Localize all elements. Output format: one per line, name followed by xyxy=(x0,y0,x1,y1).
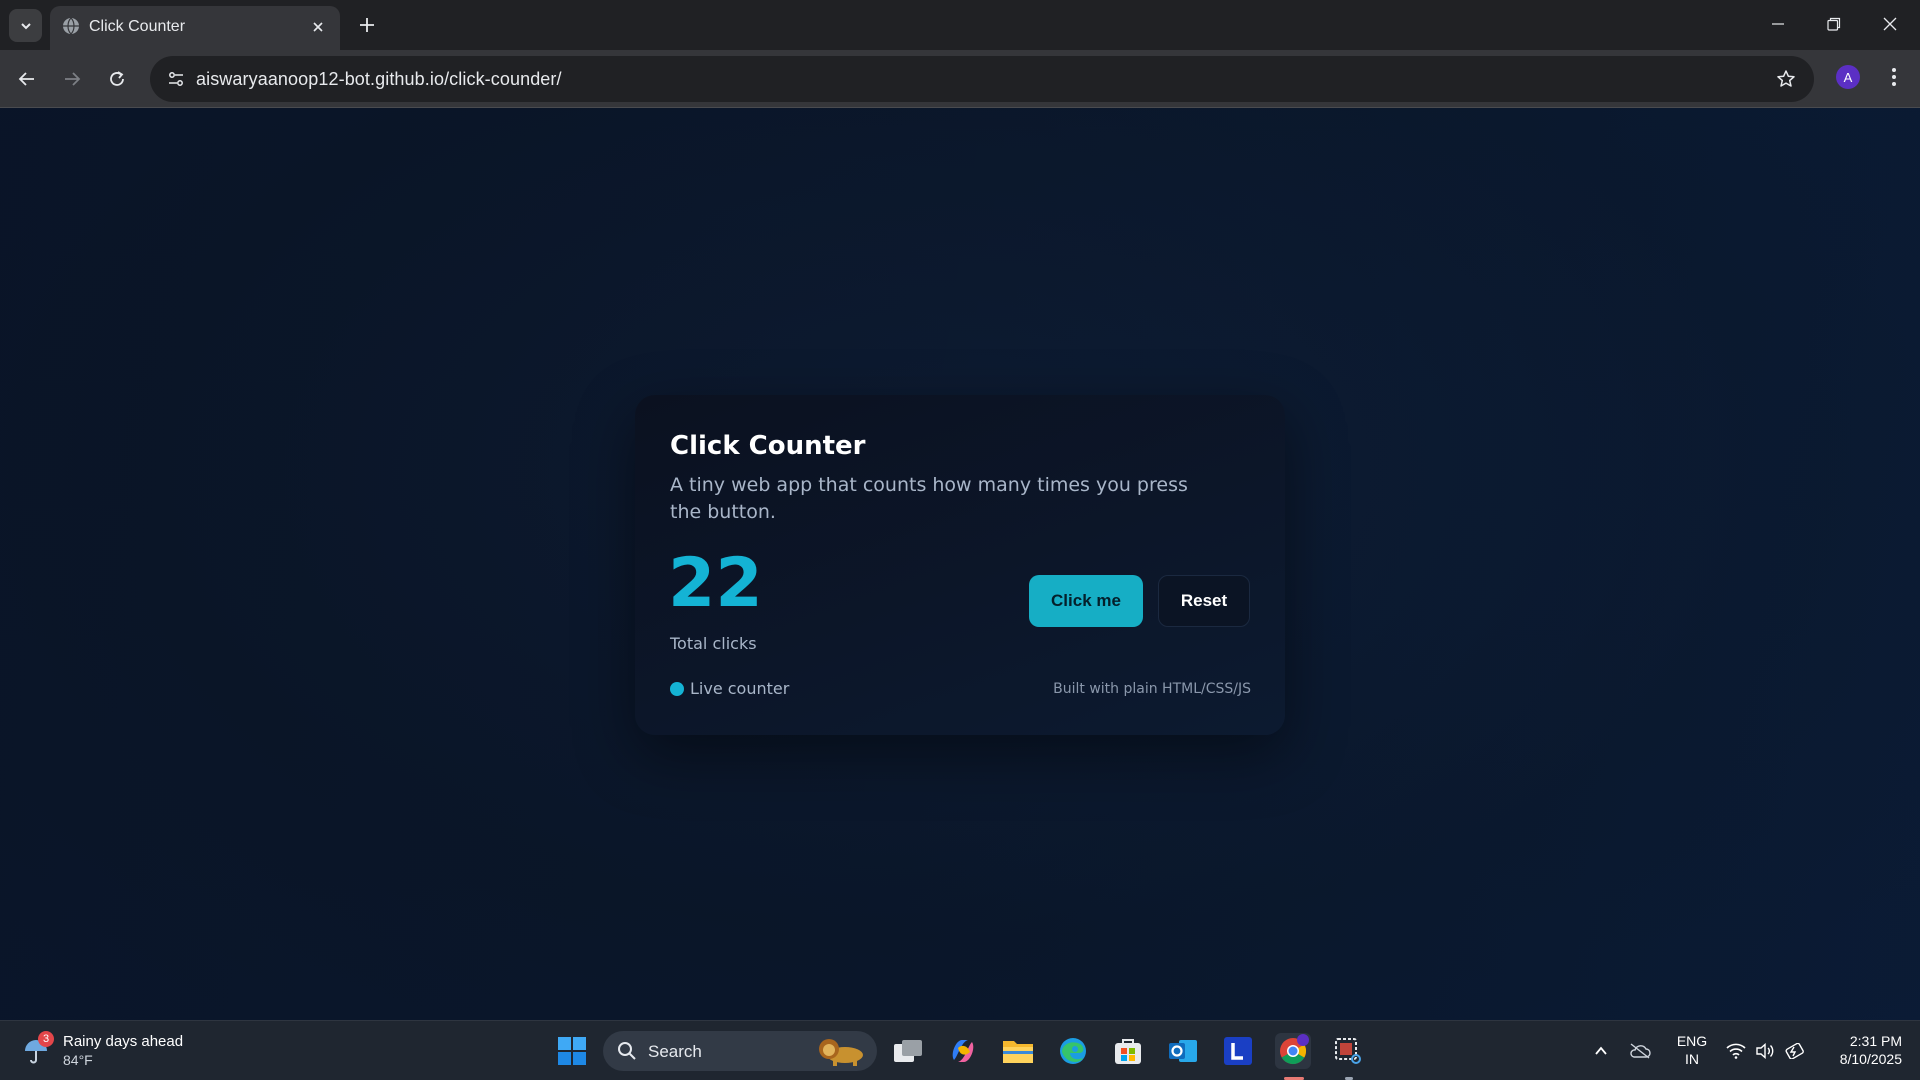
url-text[interactable]: aiswaryaanoop12-bot.github.io/click-coun… xyxy=(196,69,562,90)
wifi-icon xyxy=(1726,1043,1746,1059)
arrow-right-icon xyxy=(65,72,81,86)
lion-illustration-icon xyxy=(819,1039,863,1066)
weather-widget[interactable]: 3 Rainy days ahead 84°F xyxy=(22,1031,202,1071)
clock[interactable]: 2:31 PM 8/10/2025 xyxy=(1818,1032,1902,1068)
restore-icon xyxy=(1827,17,1841,31)
live-label: Live counter xyxy=(690,679,790,698)
start-button[interactable] xyxy=(554,1033,590,1069)
browser-menu-button[interactable] xyxy=(1880,63,1908,91)
weather-badge: 3 xyxy=(38,1031,54,1047)
file-explorer-button[interactable] xyxy=(1000,1033,1036,1069)
counter-card: Click Counter A tiny web app that counts… xyxy=(635,395,1285,735)
store-icon xyxy=(1115,1039,1141,1064)
language-code: ENG xyxy=(1676,1033,1708,1049)
restore-button[interactable] xyxy=(1806,0,1862,48)
address-bar[interactable]: aiswaryaanoop12-bot.github.io/click-coun… xyxy=(150,56,1814,102)
clock-time: 2:31 PM xyxy=(1849,1033,1902,1049)
edge-button[interactable] xyxy=(1055,1033,1091,1069)
task-view-button[interactable] xyxy=(890,1033,926,1069)
reset-button[interactable]: Reset xyxy=(1158,575,1250,627)
browser-tab[interactable]: Click Counter xyxy=(50,6,340,50)
onedrive-button[interactable] xyxy=(1624,1021,1656,1080)
reload-icon xyxy=(110,71,124,86)
snipping-tool-icon xyxy=(1335,1038,1361,1064)
copilot-icon xyxy=(952,1040,974,1062)
tab-title: Click Counter xyxy=(89,18,186,35)
clock-date: 8/10/2025 xyxy=(1839,1051,1902,1067)
store-button[interactable] xyxy=(1110,1033,1146,1069)
outlook-icon xyxy=(1169,1040,1197,1062)
star-icon xyxy=(1777,70,1795,87)
click-me-button[interactable]: Click me xyxy=(1029,575,1143,627)
chrome-button[interactable] xyxy=(1275,1033,1311,1069)
tab-close-button[interactable] xyxy=(306,15,330,39)
minimize-icon xyxy=(1772,23,1784,25)
back-button[interactable] xyxy=(10,62,44,96)
browser-tabbar: Click Counter xyxy=(0,0,1920,50)
taskbar: 3 Rainy days ahead 84°F Search ENG IN 2:… xyxy=(0,1020,1920,1080)
language-indicator[interactable]: ENG IN xyxy=(1670,1032,1714,1068)
search-icon xyxy=(618,1042,636,1060)
edge-icon xyxy=(1060,1038,1086,1064)
page-viewport: Click Counter A tiny web app that counts… xyxy=(0,108,1920,1020)
copilot-button[interactable] xyxy=(945,1033,981,1069)
globe-icon xyxy=(63,17,79,35)
windows-start-icon xyxy=(558,1037,586,1065)
footer-note: Built with plain HTML/CSS/JS xyxy=(1053,681,1251,697)
search-placeholder: Search xyxy=(648,1042,702,1061)
weather-title: Rainy days ahead xyxy=(63,1033,184,1050)
more-vert-icon xyxy=(1892,68,1896,86)
tune-icon xyxy=(169,72,183,86)
close-icon xyxy=(313,22,323,32)
close-window-button[interactable] xyxy=(1862,0,1918,48)
live-indicator: Live counter xyxy=(670,679,789,698)
snipping-tool-button[interactable] xyxy=(1330,1033,1366,1069)
reload-button[interactable] xyxy=(100,62,134,96)
minimize-button[interactable] xyxy=(1750,0,1806,48)
chevron-down-icon xyxy=(20,22,31,29)
profile-avatar[interactable]: A xyxy=(1836,65,1860,89)
click-count: 22 xyxy=(668,544,763,623)
region-code: IN xyxy=(1685,1051,1699,1067)
count-label: Total clicks xyxy=(670,634,757,653)
taskbar-search[interactable]: Search xyxy=(603,1031,877,1071)
task-view-icon xyxy=(894,1040,922,1062)
page-title: Click Counter xyxy=(670,431,866,461)
show-hidden-icons-button[interactable] xyxy=(1586,1021,1616,1080)
file-explorer-icon xyxy=(1003,1041,1033,1063)
page-description: A tiny web app that counts how many time… xyxy=(670,474,1188,523)
weather-temp: 84°F xyxy=(63,1052,93,1068)
volume-icon xyxy=(1756,1043,1774,1059)
battery-button[interactable] xyxy=(1780,1021,1810,1080)
volume-button[interactable] xyxy=(1751,1021,1779,1080)
live-dot-icon xyxy=(670,681,684,696)
wifi-button[interactable] xyxy=(1722,1021,1750,1080)
l-app-icon xyxy=(1224,1037,1252,1065)
battery-charging-icon xyxy=(1785,1043,1804,1059)
profile-badge-icon xyxy=(1297,1034,1309,1046)
plus-icon xyxy=(360,18,374,32)
close-icon xyxy=(1883,17,1897,31)
arrow-left-icon xyxy=(18,72,34,86)
browser-toolbar: aiswaryaanoop12-bot.github.io/click-coun… xyxy=(0,50,1920,108)
tab-search-button[interactable] xyxy=(9,9,42,42)
cloud-off-icon xyxy=(1630,1043,1651,1059)
forward-button[interactable] xyxy=(55,62,89,96)
new-tab-button[interactable] xyxy=(352,10,382,40)
chevron-up-icon xyxy=(1595,1046,1607,1055)
site-info-button[interactable] xyxy=(160,63,192,95)
outlook-button[interactable] xyxy=(1165,1033,1201,1069)
bookmark-button[interactable] xyxy=(1770,63,1802,95)
l-app-button[interactable] xyxy=(1220,1033,1256,1069)
